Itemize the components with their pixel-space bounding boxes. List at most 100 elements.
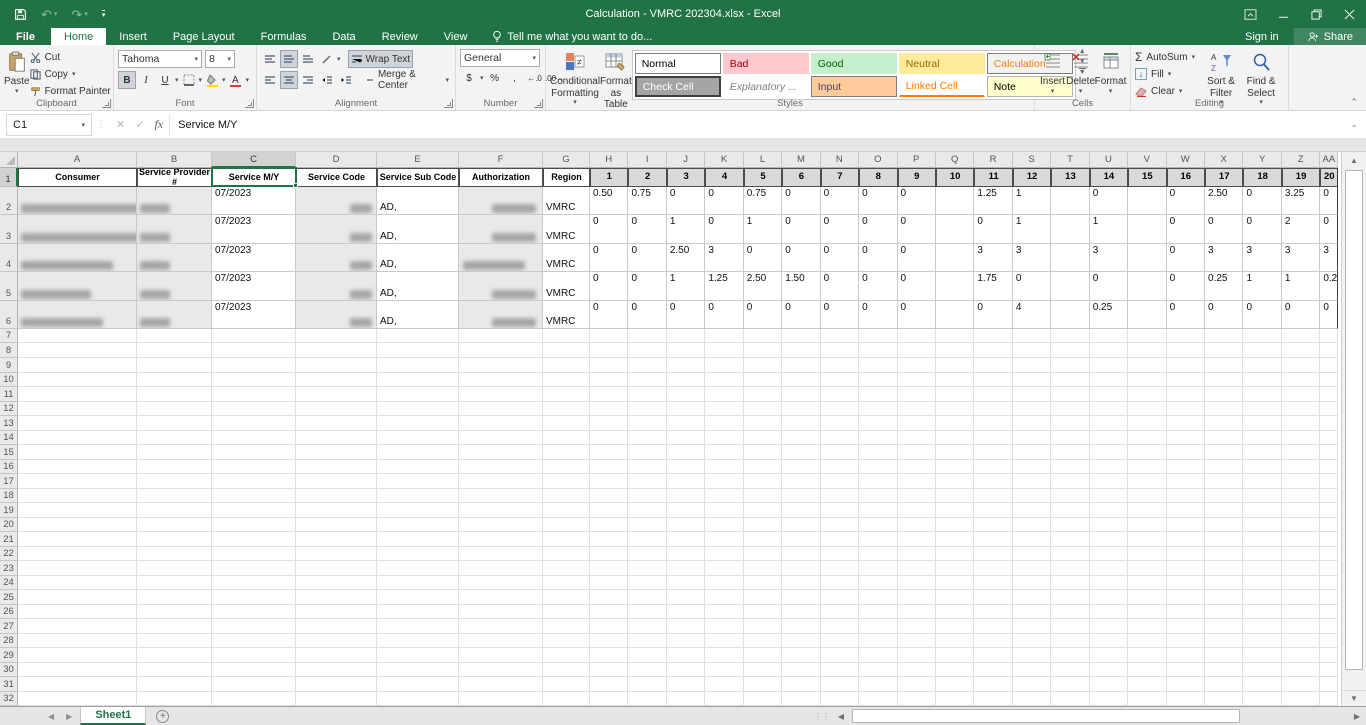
cell-P11[interactable] <box>898 387 936 402</box>
cell-C30[interactable] <box>212 663 296 678</box>
cell-I26[interactable] <box>628 605 666 620</box>
cell-I6[interactable]: 0 <box>628 301 666 329</box>
cell-Q32[interactable] <box>936 692 974 706</box>
cell-C29[interactable] <box>212 648 296 663</box>
cell-X4[interactable]: 3 <box>1205 244 1243 272</box>
cell-AA21[interactable] <box>1320 532 1338 547</box>
cell-Z18[interactable] <box>1282 489 1320 504</box>
cell-AA31[interactable] <box>1320 677 1338 692</box>
cell-Z9[interactable] <box>1282 358 1320 373</box>
cell-L3[interactable]: 1 <box>744 215 782 243</box>
cell-H23[interactable] <box>590 561 628 576</box>
column-header-AA[interactable]: AA <box>1320 152 1338 168</box>
cell-Q10[interactable] <box>936 373 974 388</box>
cell-J29[interactable] <box>667 648 705 663</box>
cell-E14[interactable] <box>377 431 459 446</box>
cell-F2[interactable] <box>459 187 543 215</box>
cell-N2[interactable]: 0 <box>821 187 859 215</box>
cell-Q1[interactable]: 10 <box>936 168 974 187</box>
cell-Z14[interactable] <box>1282 431 1320 446</box>
cell-H26[interactable] <box>590 605 628 620</box>
cell-H15[interactable] <box>590 445 628 460</box>
cell-V8[interactable] <box>1128 343 1166 358</box>
cell-N6[interactable]: 0 <box>821 301 859 329</box>
cell-Z17[interactable] <box>1282 474 1320 489</box>
cell-I29[interactable] <box>628 648 666 663</box>
cell-U1[interactable]: 14 <box>1090 168 1128 187</box>
cell-X27[interactable] <box>1205 619 1243 634</box>
cell-B13[interactable] <box>137 416 212 431</box>
cell-M24[interactable] <box>782 576 820 591</box>
cell-R12[interactable] <box>974 402 1012 417</box>
cell-H6[interactable]: 0 <box>590 301 628 329</box>
cell-A2[interactable] <box>18 187 137 215</box>
cell-Z27[interactable] <box>1282 619 1320 634</box>
cell-F32[interactable] <box>459 692 543 706</box>
cell-E23[interactable] <box>377 561 459 576</box>
cell-J25[interactable] <box>667 590 705 605</box>
cell-M25[interactable] <box>782 590 820 605</box>
cell-P17[interactable] <box>898 474 936 489</box>
cell-L14[interactable] <box>744 431 782 446</box>
cell-Z11[interactable] <box>1282 387 1320 402</box>
cell-V29[interactable] <box>1128 648 1166 663</box>
cell-Q25[interactable] <box>936 590 974 605</box>
cell-AA12[interactable] <box>1320 402 1338 417</box>
cell-Q2[interactable] <box>936 187 974 215</box>
cut-button[interactable]: Cut <box>30 49 111 65</box>
cell-X22[interactable] <box>1205 547 1243 562</box>
cell-D7[interactable] <box>296 329 377 344</box>
cell-N1[interactable]: 7 <box>821 168 859 187</box>
cell-N18[interactable] <box>821 489 859 504</box>
cell-F29[interactable] <box>459 648 543 663</box>
font-color-button[interactable]: A <box>227 71 245 89</box>
cell-O8[interactable] <box>859 343 897 358</box>
cell-Q21[interactable] <box>936 532 974 547</box>
cell-P27[interactable] <box>898 619 936 634</box>
number-format-select[interactable]: General▾ <box>460 49 540 67</box>
cell-M16[interactable] <box>782 460 820 475</box>
row-header-1[interactable]: 1 <box>0 168 18 187</box>
cell-Q15[interactable] <box>936 445 974 460</box>
cell-B10[interactable] <box>137 373 212 388</box>
cell-AA1[interactable]: 20 <box>1320 168 1338 187</box>
cell-P31[interactable] <box>898 677 936 692</box>
cell-L4[interactable]: 0 <box>744 244 782 272</box>
align-center-icon[interactable] <box>280 71 298 89</box>
cell-O29[interactable] <box>859 648 897 663</box>
cell-X29[interactable] <box>1205 648 1243 663</box>
cell-F18[interactable] <box>459 489 543 504</box>
cell-V31[interactable] <box>1128 677 1166 692</box>
cell-Y1[interactable]: 18 <box>1243 168 1281 187</box>
cell-M6[interactable]: 0 <box>782 301 820 329</box>
cell-U31[interactable] <box>1090 677 1128 692</box>
cell-R11[interactable] <box>974 387 1012 402</box>
cell-V7[interactable] <box>1128 329 1166 344</box>
cell-K25[interactable] <box>705 590 743 605</box>
cell-Q22[interactable] <box>936 547 974 562</box>
cell-E2[interactable]: AD, <box>377 187 459 215</box>
cell-J10[interactable] <box>667 373 705 388</box>
cell-Q18[interactable] <box>936 489 974 504</box>
cell-E15[interactable] <box>377 445 459 460</box>
cell-C18[interactable] <box>212 489 296 504</box>
cell-L11[interactable] <box>744 387 782 402</box>
cell-A32[interactable] <box>18 692 137 706</box>
cell-T6[interactable] <box>1051 301 1089 329</box>
cell-U29[interactable] <box>1090 648 1128 663</box>
cell-K31[interactable] <box>705 677 743 692</box>
cell-I5[interactable]: 0 <box>628 272 666 300</box>
cell-X1[interactable]: 17 <box>1205 168 1243 187</box>
cell-J30[interactable] <box>667 663 705 678</box>
cell-Z28[interactable] <box>1282 634 1320 649</box>
cell-O20[interactable] <box>859 518 897 533</box>
cell-S5[interactable]: 0 <box>1013 272 1051 300</box>
cell-A28[interactable] <box>18 634 137 649</box>
cell-D24[interactable] <box>296 576 377 591</box>
cell-G30[interactable] <box>543 663 590 678</box>
cell-T12[interactable] <box>1051 402 1089 417</box>
cell-T8[interactable] <box>1051 343 1089 358</box>
cell-M3[interactable]: 0 <box>782 215 820 243</box>
cell-Q26[interactable] <box>936 605 974 620</box>
cell-T22[interactable] <box>1051 547 1089 562</box>
